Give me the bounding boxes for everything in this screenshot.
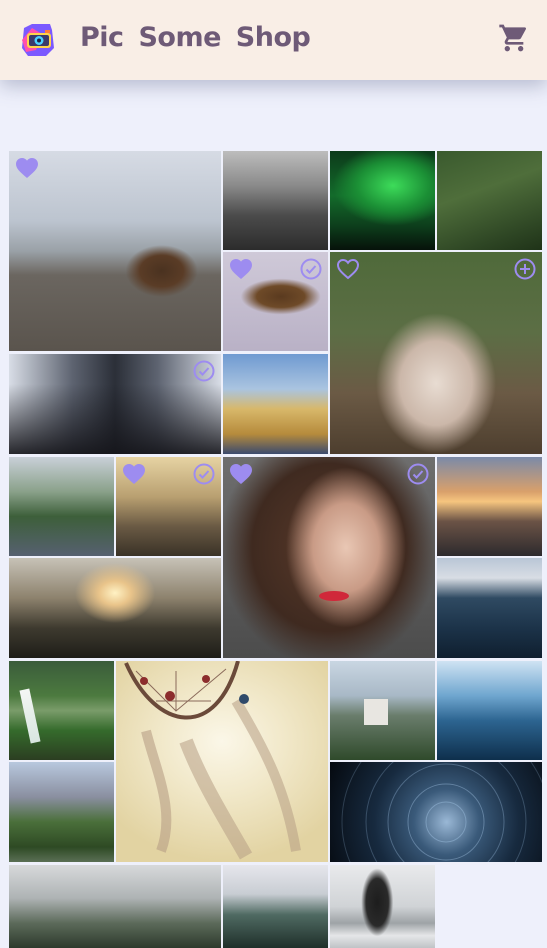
- camera-logo-icon[interactable]: [18, 20, 58, 60]
- heart-outline-icon[interactable]: [336, 258, 360, 280]
- photo-valley-sunrise[interactable]: [9, 558, 221, 658]
- photo-grid: [0, 150, 547, 948]
- photo-yosemite[interactable]: [9, 762, 114, 862]
- photo-wave[interactable]: [437, 661, 542, 760]
- photo-castle[interactable]: [330, 661, 435, 760]
- cart-icon[interactable]: [498, 22, 530, 54]
- lips: [319, 591, 349, 601]
- dreamcatcher-hoop: [124, 661, 301, 860]
- heart-filled-icon[interactable]: [15, 157, 39, 179]
- photo-sea-stack[interactable]: [330, 865, 435, 948]
- photo-grass[interactable]: [437, 151, 542, 250]
- check-circle-icon[interactable]: [407, 463, 429, 485]
- heart-filled-icon[interactable]: [122, 463, 146, 485]
- heart-filled-icon[interactable]: [229, 258, 253, 280]
- photo-waterfall[interactable]: [9, 661, 114, 760]
- photo-sea-mountains[interactable]: [437, 558, 542, 658]
- heart-filled-icon[interactable]: [229, 463, 253, 485]
- photo-dreamcatcher[interactable]: [116, 661, 328, 862]
- star-trail-arcs: [341, 762, 542, 862]
- castle-building: [364, 699, 388, 725]
- photo-skyscraper[interactable]: [9, 354, 221, 454]
- check-circle-icon[interactable]: [300, 258, 322, 280]
- check-circle-icon[interactable]: [193, 360, 215, 382]
- photo-field-feet[interactable]: [223, 354, 328, 454]
- photo-snowy-mountain[interactable]: [223, 865, 328, 948]
- photo-swamp[interactable]: [116, 457, 221, 556]
- photo-eagle[interactable]: [223, 252, 328, 351]
- photo-city-park[interactable]: [9, 457, 114, 556]
- photo-rail-sunset[interactable]: [437, 457, 542, 556]
- photo-foggy-forest[interactable]: [223, 151, 328, 250]
- brand-title[interactable]: Pic Some Shop: [80, 22, 311, 53]
- photo-star-trails[interactable]: [330, 762, 542, 862]
- photo-pug-in-blanket[interactable]: [330, 252, 542, 454]
- photo-misty-forest[interactable]: [9, 865, 221, 948]
- add-to-cart-icon[interactable]: [514, 258, 536, 280]
- waterfall-stream: [19, 688, 41, 744]
- photo-aurora[interactable]: [330, 151, 435, 250]
- photo-marmot[interactable]: [9, 151, 221, 351]
- photo-woman-portrait[interactable]: [223, 457, 435, 658]
- app-header: Pic Some Shop: [0, 0, 547, 80]
- check-circle-icon[interactable]: [193, 463, 215, 485]
